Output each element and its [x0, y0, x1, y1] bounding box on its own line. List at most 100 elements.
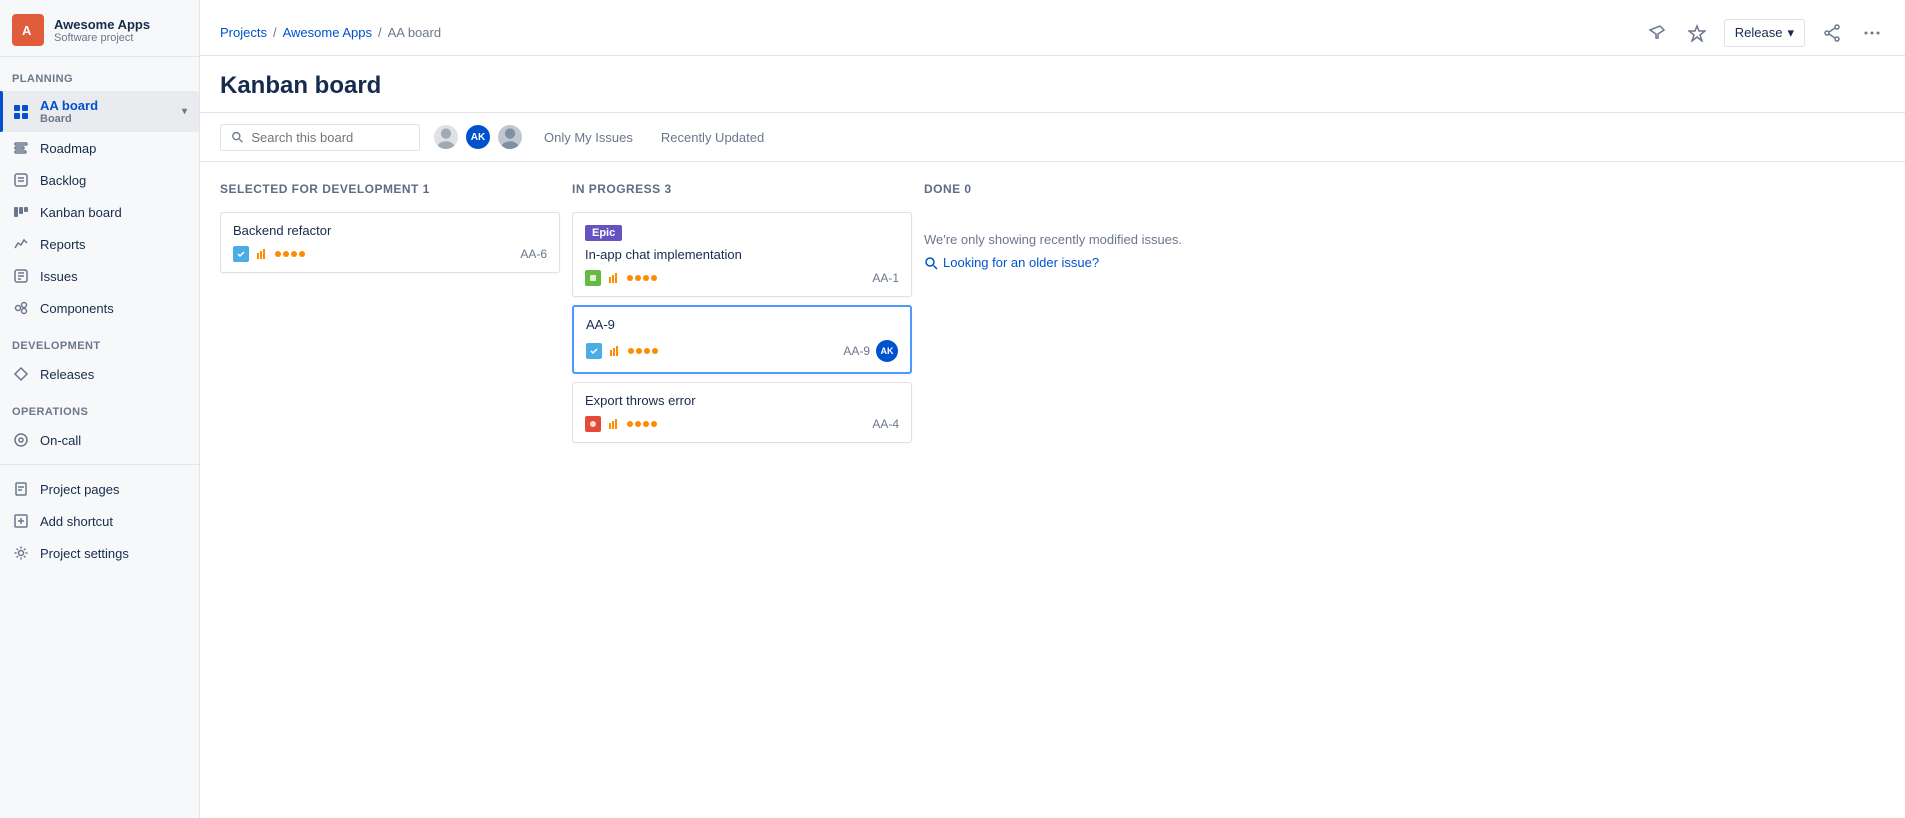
card-aa9-title: AA-9 — [586, 317, 898, 332]
card-aa9-id: AA-9 — [843, 344, 870, 358]
aa-board-sub: Board — [40, 113, 98, 125]
project-pages-label: Project pages — [40, 482, 120, 497]
star-button[interactable] — [1684, 20, 1710, 46]
page-title: Kanban board — [220, 72, 1885, 100]
kanban-icon — [12, 203, 30, 221]
card-aa4-id: AA-4 — [872, 417, 899, 431]
sidebar-item-roadmap[interactable]: Roadmap — [0, 132, 199, 164]
breadcrumb-projects[interactable]: Projects — [220, 25, 267, 40]
search-icon — [924, 256, 938, 270]
reports-label: Reports — [40, 237, 86, 252]
board-icon — [12, 103, 30, 121]
page-header: Kanban board — [200, 56, 1905, 113]
card-aa6[interactable]: Backend refactor — [220, 212, 560, 273]
board-area: SELECTED FOR DEVELOPMENT 1 Backend refac… — [200, 162, 1905, 818]
card-aa6-title: Backend refactor — [233, 223, 547, 238]
avatar-user3[interactable] — [496, 123, 524, 151]
components-label: Components — [40, 301, 114, 316]
sidebar-item-project-pages[interactable]: Project pages — [0, 473, 199, 505]
breadcrumb-awesome-apps[interactable]: Awesome Apps — [283, 25, 372, 40]
more-button[interactable] — [1859, 20, 1885, 46]
priority-icon — [608, 344, 622, 358]
only-my-issues-button[interactable]: Only My Issues — [536, 125, 641, 150]
column-done-header: DONE 0 — [924, 178, 1885, 204]
breadcrumb-aa-board: AA board — [388, 25, 442, 40]
epic-badge: Epic — [585, 225, 622, 241]
status-dots — [275, 251, 305, 257]
sidebar-divider — [0, 464, 199, 465]
column-done-title: DONE 0 — [924, 182, 972, 196]
column-in-progress: IN PROGRESS 3 Epic In-app chat implement… — [572, 178, 912, 802]
sidebar-item-releases[interactable]: Releases — [0, 358, 199, 390]
roadmap-label: Roadmap — [40, 141, 96, 156]
releases-label: Releases — [40, 367, 94, 382]
releases-icon — [12, 365, 30, 383]
sidebar-item-project-settings[interactable]: Project settings — [0, 537, 199, 569]
topbar: Projects / Awesome Apps / AA board Relea… — [200, 0, 1905, 56]
svg-text:A: A — [22, 23, 32, 38]
add-shortcut-icon — [12, 512, 30, 530]
sidebar-item-backlog[interactable]: Backlog — [0, 164, 199, 196]
sidebar-item-add-shortcut[interactable]: Add shortcut — [0, 505, 199, 537]
search-box[interactable] — [220, 124, 420, 151]
avatar-ak[interactable]: AK — [464, 123, 492, 151]
on-call-icon — [12, 431, 30, 449]
status-dots — [627, 275, 657, 281]
on-call-label: On-call — [40, 433, 81, 448]
kanban-label: Kanban board — [40, 205, 122, 220]
development-section-label: DEVELOPMENT — [0, 324, 199, 358]
add-shortcut-label: Add shortcut — [40, 514, 113, 529]
card-aa4-meta: AA-4 — [585, 416, 899, 432]
aa-board-label: AA board — [40, 98, 98, 113]
backlog-icon — [12, 171, 30, 189]
card-aa6-meta: AA-6 — [233, 246, 547, 262]
bug-icon — [585, 416, 601, 432]
project-logo: A — [12, 14, 44, 46]
card-aa1-id: AA-1 — [872, 271, 899, 285]
task-icon — [233, 246, 249, 262]
priority-icon — [607, 417, 621, 431]
pages-icon — [12, 480, 30, 498]
column-selected-title: SELECTED FOR DEVELOPMENT 1 — [220, 182, 430, 196]
looking-link-text: Looking for an older issue? — [943, 255, 1099, 270]
search-icon — [231, 130, 243, 144]
project-name: Awesome Apps — [54, 17, 150, 32]
sidebar-item-reports[interactable]: Reports — [0, 228, 199, 260]
avatar-user1[interactable] — [432, 123, 460, 151]
card-aa9[interactable]: AA-9 — [572, 305, 912, 374]
priority-icon — [255, 247, 269, 261]
project-subtitle: Software project — [54, 32, 150, 44]
card-aa1-meta: AA-1 — [585, 270, 899, 286]
components-icon — [12, 299, 30, 317]
sidebar-item-aa-board[interactable]: AA board Board ▾ — [0, 91, 199, 132]
card-aa4[interactable]: Export throws error — [572, 382, 912, 443]
breadcrumb: Projects / Awesome Apps / AA board — [220, 25, 441, 40]
sidebar-item-on-call[interactable]: On-call — [0, 424, 199, 456]
search-input[interactable] — [251, 130, 409, 145]
backlog-label: Backlog — [40, 173, 86, 188]
task-icon — [586, 343, 602, 359]
done-empty-message: We're only showing recently modified iss… — [924, 212, 1885, 290]
issues-label: Issues — [40, 269, 78, 284]
issues-icon — [12, 267, 30, 285]
looking-for-older-issue-link[interactable]: Looking for an older issue? — [924, 255, 1885, 270]
avatar-group: AK — [432, 123, 524, 151]
release-button[interactable]: Release ▾ — [1724, 19, 1805, 47]
project-header[interactable]: A Awesome Apps Software project — [0, 0, 199, 57]
card-aa6-id: AA-6 — [520, 247, 547, 261]
avatar-ak-small: AK — [876, 340, 898, 362]
sidebar-item-issues[interactable]: Issues — [0, 260, 199, 292]
column-done: DONE 0 We're only showing recently modif… — [924, 178, 1885, 802]
project-settings-label: Project settings — [40, 546, 129, 561]
share-button[interactable] — [1819, 20, 1845, 46]
sidebar-item-kanban[interactable]: Kanban board — [0, 196, 199, 228]
card-aa1-title: In-app chat implementation — [585, 247, 899, 262]
settings-icon — [12, 544, 30, 562]
column-in-progress-title: IN PROGRESS 3 — [572, 182, 672, 196]
pin-button[interactable] — [1644, 20, 1670, 46]
sidebar-item-components[interactable]: Components — [0, 292, 199, 324]
card-aa1[interactable]: Epic In-app chat implementation — [572, 212, 912, 297]
reports-icon — [12, 235, 30, 253]
status-dots — [627, 421, 657, 427]
recently-updated-button[interactable]: Recently Updated — [653, 125, 772, 150]
